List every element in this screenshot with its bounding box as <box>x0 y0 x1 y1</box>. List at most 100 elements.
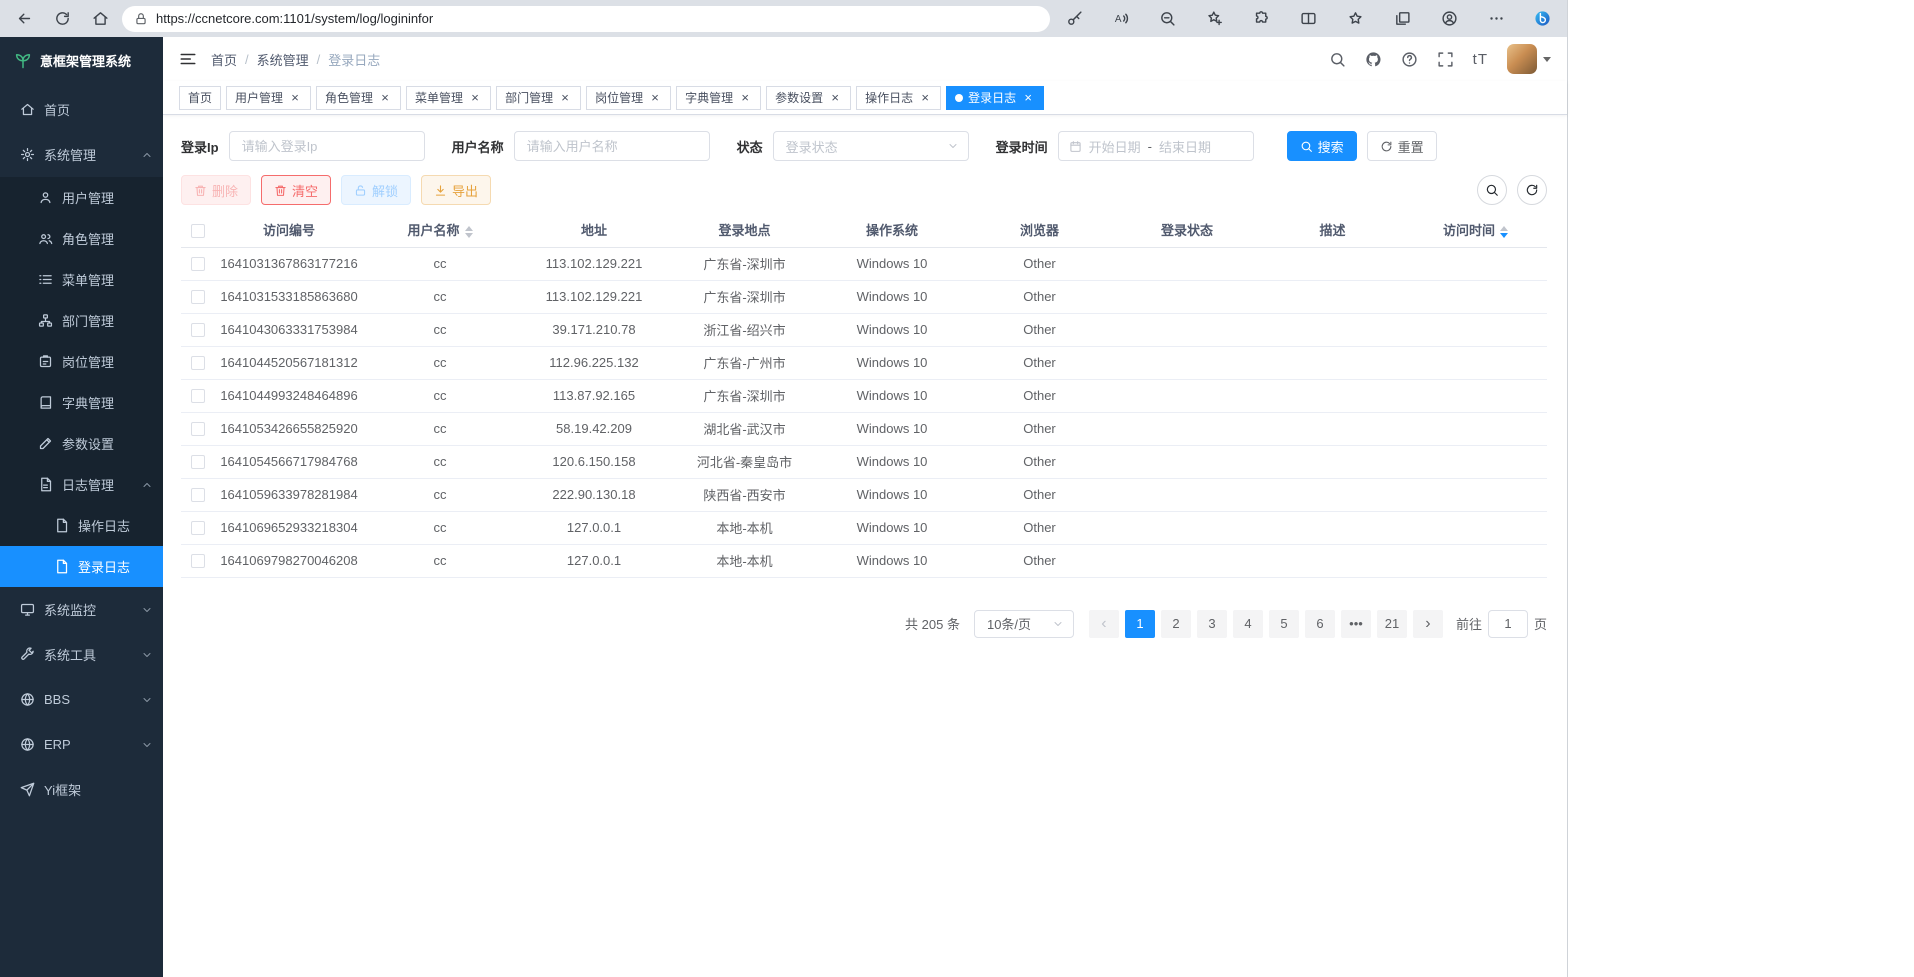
extensions-button[interactable] <box>1248 5 1276 33</box>
zoom-out-button[interactable] <box>1154 5 1182 33</box>
refresh-button[interactable] <box>48 5 76 33</box>
row-checkbox[interactable] <box>191 290 205 304</box>
help-button[interactable] <box>1401 51 1418 68</box>
select-all-checkbox[interactable] <box>191 224 205 238</box>
sort-caret-icon[interactable] <box>1500 226 1508 238</box>
tab-操作日志[interactable]: 操作日志 × <box>856 86 941 110</box>
tab-参数设置[interactable]: 参数设置 × <box>766 86 851 110</box>
close-icon[interactable]: × <box>468 91 482 105</box>
font-size-button[interactable]: tT <box>1473 51 1488 68</box>
page-jump-input[interactable] <box>1488 610 1528 638</box>
sidebar-item-菜单管理[interactable]: 菜单管理 <box>0 259 163 300</box>
sidebar-item-角色管理[interactable]: 角色管理 <box>0 218 163 259</box>
prev-page-button[interactable]: ‹ <box>1089 610 1119 638</box>
tab-部门管理[interactable]: 部门管理 × <box>496 86 581 110</box>
tab-用户管理[interactable]: 用户管理 × <box>226 86 311 110</box>
user-menu[interactable] <box>1507 44 1551 74</box>
unlock-button[interactable]: 解锁 <box>341 175 411 205</box>
tab-首页[interactable]: 首页 <box>179 86 221 110</box>
more-button[interactable] <box>1482 5 1510 33</box>
row-checkbox[interactable] <box>191 455 205 469</box>
page-button-4[interactable]: 4 <box>1233 610 1263 638</box>
sidebar-item-系统监控[interactable]: 系统监控 <box>0 587 163 632</box>
read-aloud-button[interactable]: A <box>1107 5 1135 33</box>
tab-菜单管理[interactable]: 菜单管理 × <box>406 86 491 110</box>
login-ip-input[interactable] <box>229 131 425 161</box>
page-button-1[interactable]: 1 <box>1125 610 1155 638</box>
sidebar-item-岗位管理[interactable]: 岗位管理 <box>0 341 163 382</box>
hamburger-icon[interactable] <box>179 50 197 68</box>
close-icon[interactable]: × <box>648 91 662 105</box>
row-checkbox[interactable] <box>191 554 205 568</box>
profile-button[interactable] <box>1435 5 1463 33</box>
favorites-button[interactable] <box>1341 5 1369 33</box>
split-screen-button[interactable] <box>1294 5 1322 33</box>
sidebar-item-ERP[interactable]: ERP <box>0 722 163 767</box>
search-button[interactable]: 搜索 <box>1287 131 1357 161</box>
page-button-21[interactable]: 21 <box>1377 610 1407 638</box>
column-header-访问时间[interactable]: 访问时间 <box>1404 213 1547 247</box>
row-checkbox[interactable] <box>191 356 205 370</box>
close-icon[interactable]: × <box>558 91 572 105</box>
row-checkbox[interactable] <box>191 488 205 502</box>
close-icon[interactable]: × <box>378 91 392 105</box>
sidebar-item-系统管理[interactable]: 系统管理 <box>0 132 163 177</box>
page-size-select[interactable]: 10条/页 <box>974 610 1074 638</box>
delete-button[interactable]: 删除 <box>181 175 251 205</box>
page-button-2[interactable]: 2 <box>1161 610 1191 638</box>
sidebar-item-系统工具[interactable]: 系统工具 <box>0 632 163 677</box>
fullscreen-button[interactable] <box>1437 51 1454 68</box>
reset-button[interactable]: 重置 <box>1367 131 1437 161</box>
close-icon[interactable]: × <box>288 91 302 105</box>
user-name-input[interactable] <box>514 131 710 161</box>
tab-登录日志[interactable]: 登录日志 × <box>946 86 1044 110</box>
page-button-3[interactable]: 3 <box>1197 610 1227 638</box>
breadcrumb-item[interactable]: 系统管理 <box>257 50 309 69</box>
more-pages-button[interactable]: ••• <box>1341 610 1371 638</box>
date-range-picker[interactable]: 开始日期 - 结束日期 <box>1058 131 1254 161</box>
row-checkbox[interactable] <box>191 323 205 337</box>
tab-岗位管理[interactable]: 岗位管理 × <box>586 86 671 110</box>
breadcrumb-item[interactable]: 首页 <box>211 50 237 69</box>
github-button[interactable] <box>1365 51 1382 68</box>
avatar[interactable] <box>1507 44 1537 74</box>
sidebar-item-字典管理[interactable]: 字典管理 <box>0 382 163 423</box>
address-bar[interactable]: https://ccnetcore.com:1101/system/log/lo… <box>122 6 1050 32</box>
next-page-button[interactable]: › <box>1413 610 1443 638</box>
sidebar-item-操作日志[interactable]: 操作日志 <box>0 505 163 546</box>
row-checkbox[interactable] <box>191 257 205 271</box>
close-icon[interactable]: × <box>918 91 932 105</box>
sort-caret-icon[interactable] <box>465 226 473 238</box>
close-icon[interactable]: × <box>738 91 752 105</box>
sidebar-item-首页[interactable]: 首页 <box>0 87 163 132</box>
row-checkbox[interactable] <box>191 521 205 535</box>
sidebar-item-参数设置[interactable]: 参数设置 <box>0 423 163 464</box>
site-info-icon[interactable] <box>134 12 148 26</box>
tab-字典管理[interactable]: 字典管理 × <box>676 86 761 110</box>
home-button[interactable] <box>86 5 114 33</box>
show-search-button[interactable] <box>1477 175 1507 205</box>
sidebar-item-部门管理[interactable]: 部门管理 <box>0 300 163 341</box>
back-button[interactable] <box>10 5 38 33</box>
sidebar-item-Yi框架[interactable]: Yi框架 <box>0 767 163 812</box>
row-checkbox[interactable] <box>191 422 205 436</box>
page-button-5[interactable]: 5 <box>1269 610 1299 638</box>
sidebar-item-登录日志[interactable]: 登录日志 <box>0 546 163 587</box>
clear-button[interactable]: 清空 <box>261 175 331 205</box>
sidebar-item-日志管理[interactable]: 日志管理 <box>0 464 163 505</box>
page-button-6[interactable]: 6 <box>1305 610 1335 638</box>
add-favorite-button[interactable] <box>1201 5 1229 33</box>
close-icon[interactable]: × <box>1021 91 1035 105</box>
collections-button[interactable] <box>1388 5 1416 33</box>
tab-角色管理[interactable]: 角色管理 × <box>316 86 401 110</box>
close-icon[interactable]: × <box>828 91 842 105</box>
column-header-用户名称[interactable]: 用户名称 <box>363 213 517 247</box>
refresh-table-button[interactable] <box>1517 175 1547 205</box>
sidebar-item-用户管理[interactable]: 用户管理 <box>0 177 163 218</box>
row-checkbox[interactable] <box>191 389 205 403</box>
export-button[interactable]: 导出 <box>421 175 491 205</box>
key-button[interactable] <box>1060 5 1088 33</box>
search-button[interactable] <box>1329 51 1346 68</box>
copilot-button[interactable] <box>1529 5 1557 33</box>
sidebar-item-BBS[interactable]: BBS <box>0 677 163 722</box>
